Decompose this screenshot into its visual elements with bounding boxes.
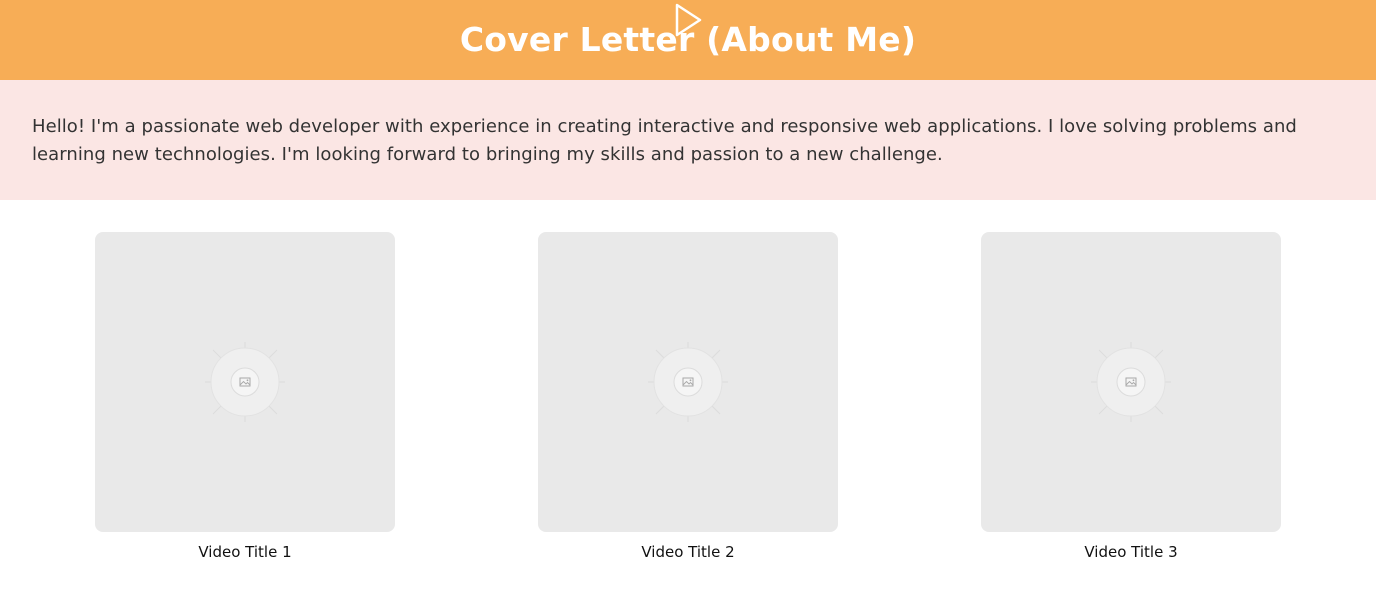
- about-section: Hello! I'm a passionate web developer wi…: [0, 80, 1376, 200]
- video-card[interactable]: Video Title 2: [538, 232, 838, 562]
- video-title[interactable]: Video Title 2: [538, 542, 838, 562]
- image-placeholder-icon: [648, 342, 728, 422]
- video-thumbnail[interactable]: [981, 232, 1281, 532]
- video-thumbnail[interactable]: [95, 232, 395, 532]
- video-gallery: Video Title 1 Video Title 2 Video Title …: [0, 200, 1376, 596]
- video-thumbnail[interactable]: [538, 232, 838, 532]
- video-title[interactable]: Video Title 1: [95, 542, 395, 562]
- video-card[interactable]: Video Title 1: [95, 232, 395, 562]
- about-text: Hello! I'm a passionate web developer wi…: [32, 116, 1297, 165]
- video-card[interactable]: Video Title 3: [981, 232, 1281, 562]
- page-header: Cover Letter (About Me): [0, 0, 1376, 80]
- video-title[interactable]: Video Title 3: [981, 542, 1281, 562]
- play-icon[interactable]: [674, 2, 704, 38]
- image-placeholder-icon: [1091, 342, 1171, 422]
- image-placeholder-icon: [205, 342, 285, 422]
